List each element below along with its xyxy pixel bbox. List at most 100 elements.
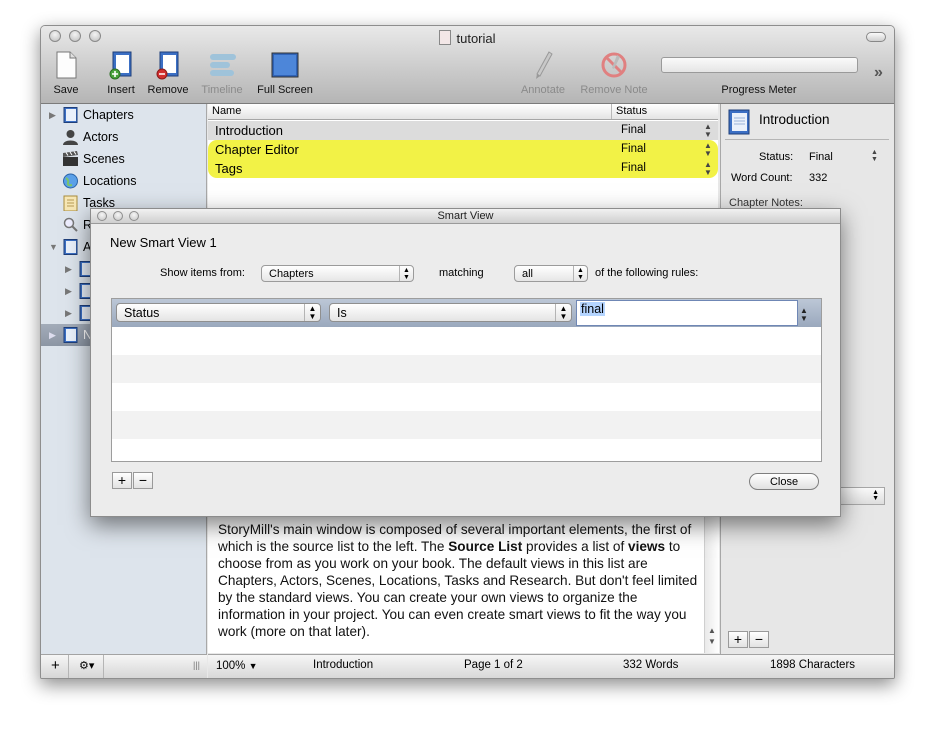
status-value[interactable]: Final [809, 151, 833, 163]
window-title: tutorial [41, 30, 894, 46]
divider [725, 139, 889, 140]
sidebar-item-chapters[interactable]: ▶ Chapters [41, 104, 206, 126]
toolbar-toggle-button[interactable] [866, 32, 886, 42]
column-header-status[interactable]: Status [616, 105, 647, 117]
dialog-minimize-window-button[interactable] [113, 211, 123, 221]
disclosure-triangle-icon[interactable]: ▶ [65, 258, 72, 280]
add-rule-button[interactable]: + [112, 472, 132, 489]
book-icon [63, 327, 78, 343]
remove-button[interactable]: Remove [138, 50, 198, 96]
empty-row [112, 411, 821, 439]
rule-value-arrows-icon[interactable]: ▲ ▼ [800, 307, 808, 323]
status-characters: 1898 Characters [770, 659, 856, 671]
text-editor[interactable]: StoryMill's main window is composed of s… [208, 513, 718, 653]
rule-value-field[interactable]: final [576, 300, 798, 326]
stepper-arrows-icon[interactable]: ▲ ▼ [704, 161, 712, 177]
zoom-popup[interactable]: 100% ▼ [216, 660, 258, 672]
magnifier-icon [63, 217, 78, 232]
progress-meter [661, 57, 858, 73]
status-chapter: Introduction [313, 659, 374, 671]
popup-arrows-icon: ▲ ▼ [555, 304, 571, 321]
timeline-button[interactable]: Timeline [192, 50, 252, 96]
resize-grip-icon[interactable]: ||| [193, 660, 200, 670]
editor-scrollbar[interactable]: ▲ ▼ [704, 513, 719, 653]
remove-rule-button[interactable]: − [133, 472, 153, 489]
smart-view-name[interactable]: New Smart View 1 [110, 235, 217, 250]
save-icon [56, 51, 77, 79]
matching-popup[interactable]: all ▲ ▼ [514, 265, 588, 282]
word-count-value: 332 [809, 172, 828, 184]
chapters-icon [63, 107, 78, 123]
disclosure-triangle-icon[interactable]: ▶ [49, 324, 56, 346]
disclosure-triangle-icon[interactable]: ▶ [49, 104, 56, 126]
remove-chapter-icon [156, 51, 179, 80]
inspector-title: Introduction [759, 112, 830, 127]
actor-silhouette-icon [63, 130, 78, 145]
popup-arrows-icon: ▲ ▼ [399, 266, 413, 281]
remove-note-button[interactable]: Remove Note [573, 50, 655, 96]
clapperboard-icon [63, 151, 78, 166]
source-list-footer: + ⚙▾ ||| [41, 654, 207, 678]
rule-operator-popup[interactable]: Is ▲ ▼ [329, 303, 572, 322]
popup-arrows-icon: ▲ ▼ [304, 304, 320, 321]
rules-suffix-label: of the following rules: [595, 267, 699, 279]
sidebar-item-locations[interactable]: Locations [41, 170, 206, 192]
table-row[interactable]: Chapter Editor Final ▲ ▼ [208, 140, 718, 159]
stepper-arrows-icon: ▲ ▼ [872, 489, 879, 502]
stepper-arrows-icon[interactable]: ▲ ▼ [704, 142, 712, 158]
editor-text[interactable]: StoryMill's main window is composed of s… [218, 521, 698, 640]
add-view-button[interactable]: + [51, 657, 60, 674]
rule-field-popup[interactable]: Status ▲ ▼ [116, 303, 321, 322]
stepper-arrows-icon[interactable]: ▲ ▼ [704, 123, 712, 139]
document-icon [439, 30, 452, 45]
scroll-arrows-icon[interactable]: ▲ ▼ [708, 625, 716, 647]
rules-list: Status ▲ ▼ Is ▲ ▼ final ▲ ▼ [111, 298, 822, 462]
chapters-table: Introduction Final ▲ ▼ Chapter Editor Fin… [208, 120, 718, 215]
timeline-icon [210, 54, 236, 76]
disclosure-triangle-icon[interactable]: ▼ [49, 236, 58, 258]
rule-row: Status ▲ ▼ Is ▲ ▼ final ▲ ▼ [112, 299, 821, 327]
gear-icon[interactable]: ⚙▾ [79, 659, 94, 672]
sidebar-item-actors[interactable]: Actors [41, 126, 206, 148]
dialog-zoom-window-button[interactable] [129, 211, 139, 221]
remove-note-icon [601, 52, 627, 78]
column-header-name[interactable]: Name [212, 105, 241, 117]
chevron-down-icon: ▼ [248, 661, 258, 671]
dialog-close-window-button[interactable] [97, 211, 107, 221]
toolbar: tutorial Save Insert Remove Timeline Ful… [41, 26, 894, 104]
show-items-label: Show items from: [160, 267, 245, 279]
insert-chapter-icon [109, 51, 132, 80]
disclosure-triangle-icon[interactable]: ▶ [65, 280, 72, 302]
table-row[interactable]: Introduction Final ▲ ▼ [208, 121, 718, 140]
popup-arrows-icon: ▲ ▼ [573, 266, 587, 281]
stepper-arrows-icon[interactable]: ▲ ▼ [871, 149, 878, 163]
inspector-add-button[interactable]: + [728, 631, 748, 648]
table-header: Name Status [208, 104, 718, 120]
chapter-book-icon [728, 109, 750, 135]
matching-label: matching [439, 267, 484, 279]
status-label: Status: [759, 151, 794, 163]
empty-row [112, 355, 821, 383]
close-button[interactable]: Close [749, 473, 819, 490]
full-screen-button[interactable]: Full Screen [255, 50, 315, 96]
status-bar: 100% ▼ Introduction Page 1 of 2 332 Word… [208, 654, 894, 678]
show-items-popup[interactable]: Chapters ▲ ▼ [261, 265, 414, 282]
inspector-remove-button[interactable]: − [749, 631, 769, 648]
disclosure-triangle-icon[interactable]: ▶ [65, 302, 72, 324]
divider [611, 104, 612, 119]
sidebar-item-scenes[interactable]: Scenes [41, 148, 206, 170]
table-row[interactable]: Tags Final ▲ ▼ [208, 159, 718, 178]
annotate-button[interactable]: Annotate [513, 50, 573, 96]
status-page: Page 1 of 2 [464, 659, 523, 671]
status-words: 332 Words [623, 659, 679, 671]
toolbar-overflow-button[interactable]: » [874, 64, 883, 82]
word-count-label: Word Count: [731, 172, 793, 184]
notepad-icon [63, 195, 78, 211]
folder-book-icon [63, 239, 78, 255]
progress-meter-label: Progress Meter [721, 84, 797, 96]
smart-view-dialog: Smart View New Smart View 1 Show items f… [90, 208, 841, 517]
pen-icon [536, 51, 553, 79]
full-screen-icon [271, 52, 299, 78]
divider [68, 655, 69, 678]
save-button[interactable]: Save [41, 50, 96, 96]
